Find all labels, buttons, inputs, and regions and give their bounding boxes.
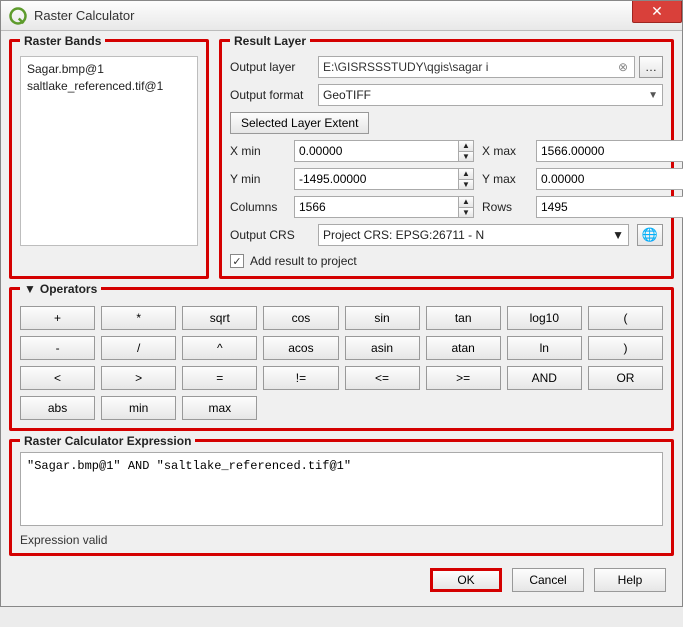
spin-down-icon[interactable]: ▼	[459, 152, 473, 162]
ok-button[interactable]: OK	[430, 568, 502, 592]
operator-abs-button[interactable]: abs	[20, 396, 95, 420]
operators-group: ▼ Operators +*sqrtcossintanlog10( -/^aco…	[9, 287, 674, 431]
spin-down-icon[interactable]: ▼	[459, 180, 473, 190]
operator--button[interactable]: ^	[182, 336, 257, 360]
xmin-spin[interactable]: ▲▼	[294, 140, 474, 162]
columns-spin[interactable]: ▲▼	[294, 196, 474, 218]
expression-group: Raster Calculator Expression Expression …	[9, 439, 674, 556]
columns-input[interactable]	[294, 196, 458, 218]
output-crs-label: Output CRS	[230, 228, 310, 242]
operator-acos-button[interactable]: acos	[263, 336, 338, 360]
operators-title[interactable]: ▼ Operators	[20, 282, 101, 296]
operator-sqrt-button[interactable]: sqrt	[182, 306, 257, 330]
chevron-down-icon: ▼	[24, 282, 36, 296]
operator-sin-button[interactable]: sin	[345, 306, 420, 330]
spin-up-icon[interactable]: ▲	[459, 197, 473, 208]
output-format-combo[interactable]: GeoTIFF ▼	[318, 84, 663, 106]
rows-spin[interactable]: ▲▼	[536, 196, 683, 218]
output-crs-value: Project CRS: EPSG:26711 - N	[323, 228, 484, 242]
add-result-checkbox[interactable]: ✓	[230, 254, 244, 268]
select-crs-button[interactable]: 🌐	[637, 224, 663, 246]
chevron-down-icon: ▼	[612, 228, 624, 242]
ymax-spin[interactable]: ▲▼	[536, 168, 683, 190]
spin-up-icon[interactable]: ▲	[459, 141, 473, 152]
raster-bands-list[interactable]: Sagar.bmp@1 saltlake_referenced.tif@1	[20, 56, 198, 246]
add-result-label: Add result to project	[250, 254, 357, 268]
qgis-icon	[8, 6, 28, 26]
operator--button[interactable]: *	[101, 306, 176, 330]
result-layer-title: Result Layer	[230, 34, 310, 48]
expression-status: Expression valid	[20, 533, 663, 547]
clear-output-icon[interactable]: ⊗	[616, 60, 630, 74]
raster-band-item[interactable]: saltlake_referenced.tif@1	[27, 78, 191, 95]
help-button[interactable]: Help	[594, 568, 666, 592]
operator-OR-button[interactable]: OR	[588, 366, 663, 390]
xmax-label: X max	[482, 144, 528, 158]
rows-input[interactable]	[536, 196, 683, 218]
xmin-input[interactable]	[294, 140, 458, 162]
expression-title: Raster Calculator Expression	[20, 434, 195, 448]
xmax-input[interactable]	[536, 140, 683, 162]
output-layer-value: E:\GISRSSSTUDY\qgis\sagar i	[323, 60, 488, 74]
close-button[interactable]: ✕	[632, 1, 682, 23]
globe-icon: 🌐	[642, 227, 658, 243]
output-format-value: GeoTIFF	[323, 88, 371, 102]
raster-calculator-window: Raster Calculator ✕ Raster Bands Sagar.b…	[0, 0, 683, 607]
spin-down-icon[interactable]: ▼	[459, 208, 473, 218]
operator-min-button[interactable]: min	[101, 396, 176, 420]
raster-band-item[interactable]: Sagar.bmp@1	[27, 61, 191, 78]
xmin-label: X min	[230, 144, 286, 158]
operator--button[interactable]: >	[101, 366, 176, 390]
ymin-spin[interactable]: ▲▼	[294, 168, 474, 190]
operator-ln-button[interactable]: ln	[507, 336, 582, 360]
output-crs-combo[interactable]: Project CRS: EPSG:26711 - N ▼	[318, 224, 629, 246]
operator--button[interactable]: +	[20, 306, 95, 330]
titlebar: Raster Calculator ✕	[1, 1, 682, 31]
operator-tan-button[interactable]: tan	[426, 306, 501, 330]
selected-layer-extent-button[interactable]: Selected Layer Extent	[230, 112, 369, 134]
output-format-label: Output format	[230, 88, 310, 102]
operator-max-button[interactable]: max	[182, 396, 257, 420]
raster-bands-title: Raster Bands	[20, 34, 105, 48]
ymin-input[interactable]	[294, 168, 458, 190]
operator--button[interactable]: <	[20, 366, 95, 390]
ymax-input[interactable]	[536, 168, 683, 190]
browse-output-button[interactable]: …	[639, 56, 663, 78]
window-title: Raster Calculator	[34, 8, 134, 23]
rows-label: Rows	[482, 200, 528, 214]
operator--button[interactable]: /	[101, 336, 176, 360]
spin-up-icon[interactable]: ▲	[459, 169, 473, 180]
output-layer-label: Output layer	[230, 60, 310, 74]
chevron-down-icon: ▼	[648, 90, 658, 101]
raster-bands-group: Raster Bands Sagar.bmp@1 saltlake_refere…	[9, 39, 209, 279]
result-layer-group: Result Layer Output layer E:\GISRSSSTUDY…	[219, 39, 674, 279]
expression-input[interactable]	[20, 452, 663, 526]
xmax-spin[interactable]: ▲▼	[536, 140, 683, 162]
operator--button[interactable]: )	[588, 336, 663, 360]
operator-cos-button[interactable]: cos	[263, 306, 338, 330]
operator-asin-button[interactable]: asin	[345, 336, 420, 360]
operator-log10-button[interactable]: log10	[507, 306, 582, 330]
operator--button[interactable]: (	[588, 306, 663, 330]
operator--button[interactable]: <=	[345, 366, 420, 390]
operator--button[interactable]: -	[20, 336, 95, 360]
operator--button[interactable]: !=	[263, 366, 338, 390]
dialog-footer: OK Cancel Help	[9, 564, 674, 600]
close-icon: ✕	[651, 3, 663, 20]
cancel-button[interactable]: Cancel	[512, 568, 584, 592]
operator--button[interactable]: >=	[426, 366, 501, 390]
operator-AND-button[interactable]: AND	[507, 366, 582, 390]
ymax-label: Y max	[482, 172, 528, 186]
operator-atan-button[interactable]: atan	[426, 336, 501, 360]
ymin-label: Y min	[230, 172, 286, 186]
operator--button[interactable]: =	[182, 366, 257, 390]
columns-label: Columns	[230, 200, 286, 214]
